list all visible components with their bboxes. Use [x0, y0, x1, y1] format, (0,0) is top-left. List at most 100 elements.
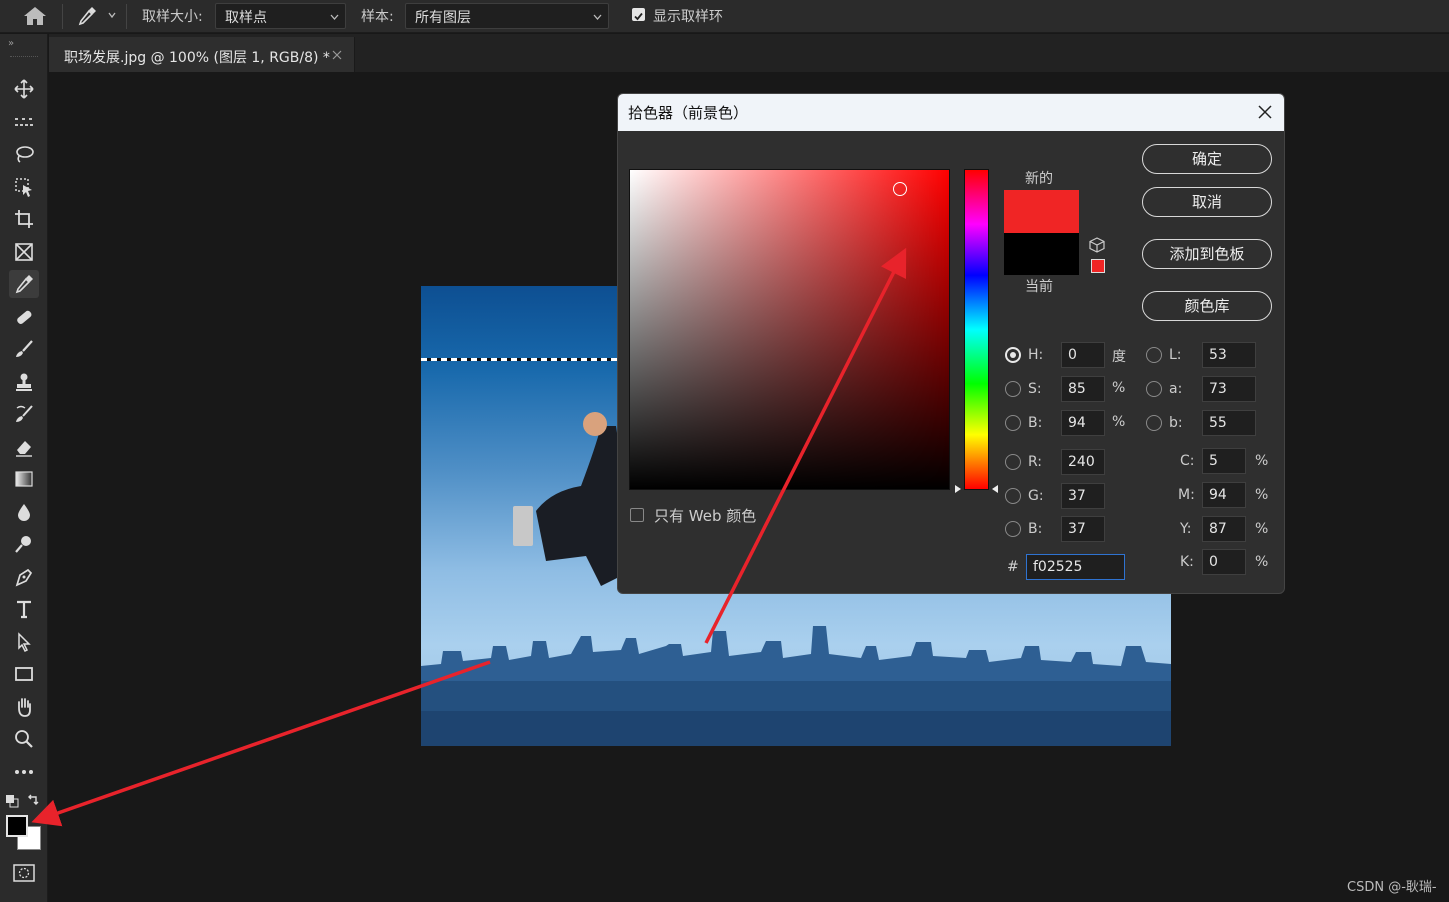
close-icon[interactable] [332, 50, 342, 60]
cancel-button[interactable]: 取消 [1142, 187, 1272, 217]
quick-mask-icon[interactable] [12, 863, 36, 883]
lab-l-input[interactable]: 53 [1202, 342, 1256, 368]
separator [62, 4, 63, 29]
sample-select[interactable]: 所有图层 [405, 3, 609, 29]
lab-a-radio[interactable] [1146, 381, 1162, 397]
zoom-tool[interactable] [9, 725, 39, 753]
marquee-tool[interactable] [9, 108, 39, 136]
yellow-input[interactable]: 87 [1202, 516, 1246, 542]
clone-stamp-tool[interactable] [9, 368, 39, 396]
blue-input[interactable]: 37 [1061, 516, 1105, 542]
sample-label: 样本: [361, 9, 394, 25]
options-bar: 取样大小: 取样点 样本: 所有图层 显示取样环 [0, 0, 1449, 33]
edit-toolbar-button[interactable] [9, 758, 39, 786]
web-colors-only-checkbox[interactable] [630, 508, 644, 522]
bandage-icon [17, 310, 32, 324]
hex-input[interactable]: f02525 [1026, 554, 1125, 580]
lasso-icon [16, 146, 34, 163]
color-field-cursor[interactable] [893, 182, 907, 196]
healing-brush-tool[interactable] [9, 303, 39, 331]
blue-radio[interactable] [1005, 521, 1021, 537]
document-tab[interactable]: 职场发展.jpg @ 100% (图层 1, RGB/8) * [49, 37, 355, 72]
home-icon[interactable] [22, 6, 48, 26]
move-tool[interactable] [9, 75, 39, 103]
water-drop-icon [18, 504, 30, 521]
lab-a-input[interactable]: 73 [1202, 376, 1256, 402]
panel-grip[interactable] [10, 56, 38, 59]
green-radio[interactable] [1005, 488, 1021, 504]
lab-l-radio[interactable] [1146, 347, 1162, 363]
eraser-tool[interactable] [9, 433, 39, 461]
eyedropper-tool-icon[interactable] [76, 5, 98, 27]
stamp-icon [16, 373, 32, 391]
document-tab-bar: 职场发展.jpg @ 100% (图层 1, RGB/8) * [49, 34, 1449, 72]
yellow-label: Y: [1180, 521, 1192, 537]
lab-b-input[interactable]: 55 [1202, 410, 1256, 436]
dodge-icon [15, 536, 31, 553]
cyan-label: C: [1180, 453, 1195, 469]
rectangular-marquee-icon [15, 118, 33, 126]
magenta-label: M: [1178, 487, 1195, 503]
current-color-swatch[interactable] [1004, 233, 1079, 275]
cyan-unit: % [1255, 453, 1269, 469]
brightness-radio[interactable] [1005, 415, 1021, 431]
red-input[interactable]: 240 [1061, 449, 1105, 475]
hand-tool[interactable] [9, 693, 39, 721]
color-picker-dialog: 拾色器（前景色） 新的 当前 确定 取消 添加到色板 颜色库 H: 0 度 S:… [617, 93, 1285, 594]
lasso-tool[interactable] [9, 140, 39, 168]
blur-tool[interactable] [9, 498, 39, 526]
saturation-input[interactable]: 85 [1061, 376, 1105, 402]
new-color-swatch [1004, 190, 1079, 233]
brush-tool[interactable] [9, 335, 39, 363]
rectangle-tool[interactable] [9, 660, 39, 688]
color-field[interactable] [629, 169, 950, 490]
green-input[interactable]: 37 [1061, 483, 1105, 509]
brush-icon [16, 340, 33, 357]
object-selection-tool[interactable] [9, 173, 39, 201]
type-tool[interactable] [9, 595, 39, 623]
foreground-color-swatch[interactable] [6, 815, 28, 837]
show-sampling-ring-checkbox[interactable] [632, 8, 645, 21]
swap-colors-icon[interactable] [26, 793, 40, 807]
blue-label: B: [1028, 521, 1043, 537]
saturation-radio[interactable] [1005, 381, 1021, 397]
frame-tool[interactable] [9, 238, 39, 266]
pen-icon [15, 568, 33, 587]
dodge-tool[interactable] [9, 530, 39, 558]
gradient-tool[interactable] [9, 465, 39, 493]
red-radio[interactable] [1005, 454, 1021, 470]
out-of-web-gamut-cube-icon[interactable] [1089, 237, 1105, 253]
chevron-down-icon[interactable] [108, 11, 116, 19]
add-to-swatches-button[interactable]: 添加到色板 [1142, 239, 1272, 269]
ok-button[interactable]: 确定 [1142, 144, 1272, 174]
black-input[interactable]: 0 [1202, 549, 1246, 575]
hue-slider[interactable] [964, 169, 989, 490]
collapse-panel-icon[interactable]: » [8, 38, 14, 49]
default-colors-icon[interactable] [5, 794, 19, 808]
history-brush-icon [16, 405, 33, 422]
pen-tool[interactable] [9, 563, 39, 591]
eyedropper-tool[interactable] [9, 270, 39, 298]
lab-b-radio[interactable] [1146, 415, 1162, 431]
brightness-input[interactable]: 94 [1061, 410, 1105, 436]
crop-tool[interactable] [9, 205, 39, 233]
hue-slider-left-handle[interactable] [955, 485, 961, 493]
hue-radio[interactable] [1005, 347, 1021, 363]
hue-slider-right-handle[interactable] [992, 485, 998, 493]
close-icon[interactable] [1258, 105, 1272, 119]
move-icon [14, 79, 34, 99]
web-colors-only-label: 只有 Web 颜色 [654, 507, 757, 525]
cyan-input[interactable]: 5 [1202, 448, 1246, 474]
eraser-icon [16, 441, 32, 457]
chevron-down-icon [593, 14, 602, 20]
history-brush-tool[interactable] [9, 400, 39, 428]
path-selection-tool[interactable] [9, 628, 39, 656]
hue-input[interactable]: 0 [1061, 342, 1105, 368]
frame-icon [15, 243, 33, 261]
web-safe-color-swatch[interactable] [1091, 259, 1105, 273]
magenta-input[interactable]: 94 [1202, 482, 1246, 508]
color-libraries-button[interactable]: 颜色库 [1142, 291, 1272, 321]
sample-size-select[interactable]: 取样点 [215, 3, 346, 29]
show-sampling-ring-label: 显示取样环 [653, 9, 723, 25]
dialog-title-bar[interactable]: 拾色器（前景色） [618, 94, 1284, 131]
